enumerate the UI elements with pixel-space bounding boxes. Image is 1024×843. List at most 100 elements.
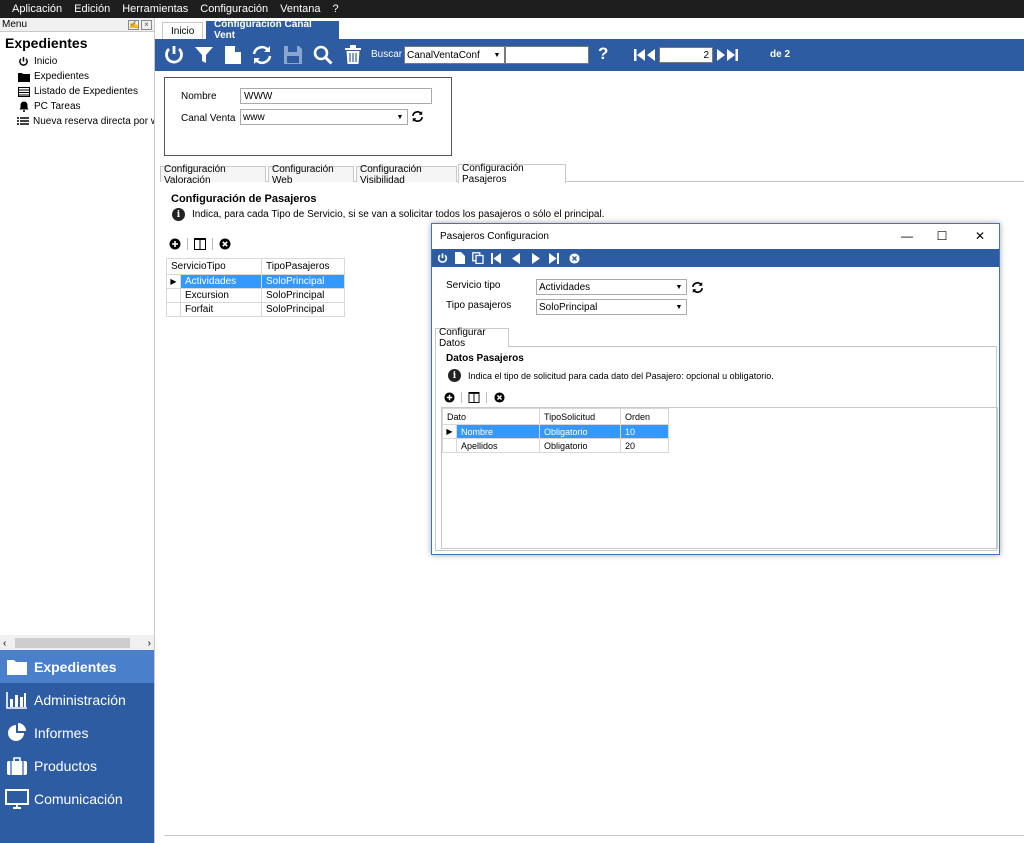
- chevron-down-icon[interactable]: ▼: [394, 111, 406, 123]
- help-icon[interactable]: ?: [598, 44, 608, 64]
- add-row-icon[interactable]: [169, 238, 181, 250]
- search-icon[interactable]: [312, 44, 334, 66]
- tab-config-valoracion[interactable]: Configuración Valoración: [160, 164, 266, 186]
- refresh-icon[interactable]: [251, 44, 273, 66]
- menu-help[interactable]: ?: [327, 3, 345, 15]
- tab-inicio[interactable]: Inicio: [162, 22, 204, 39]
- table-row[interactable]: Excursion SoloPrincipal: [166, 288, 345, 303]
- filter-icon[interactable]: [193, 44, 215, 66]
- nombre-input[interactable]: WWW: [240, 88, 432, 104]
- tree-item-nueva-reserva[interactable]: Nueva reserva directa por w: [0, 114, 154, 129]
- row-selector[interactable]: [166, 302, 181, 317]
- canal-venta-select[interactable]: www ▼: [240, 109, 408, 125]
- tree-item-inicio[interactable]: Inicio: [0, 54, 154, 69]
- close-icon[interactable]: ×: [141, 19, 152, 30]
- first-page-icon[interactable]: [632, 44, 658, 66]
- add-row-icon[interactable]: [443, 391, 455, 403]
- table-cell[interactable]: 20: [620, 438, 669, 453]
- column-header-tipopasajeros[interactable]: TipoPasajeros: [261, 258, 345, 275]
- search-field-select[interactable]: CanalVentaConf ▼: [404, 46, 505, 64]
- next-record-icon[interactable]: [529, 251, 543, 265]
- refresh-icon[interactable]: [411, 110, 424, 123]
- nav-comunicacion[interactable]: Comunicación: [0, 782, 154, 815]
- scroll-right-icon[interactable]: ›: [148, 638, 151, 649]
- menu-ventana[interactable]: Ventana: [274, 3, 326, 15]
- save-icon[interactable]: [282, 44, 304, 66]
- table-cell[interactable]: Obligatorio: [539, 424, 621, 439]
- table-row[interactable]: ▶ Nombre Obligatorio 10: [442, 424, 669, 439]
- table-cell[interactable]: SoloPrincipal: [261, 288, 345, 303]
- menu-configuracion[interactable]: Configuración: [194, 3, 274, 15]
- menu-aplicacion[interactable]: Aplicación: [0, 3, 68, 15]
- table-cell[interactable]: 10: [620, 424, 669, 439]
- tab-configurar-datos[interactable]: Configurar Datos: [435, 327, 509, 349]
- copy-icon[interactable]: [471, 251, 485, 265]
- tipo-pasajeros-select[interactable]: SoloPrincipal ▼: [536, 299, 687, 315]
- canal-venta-label: Canal Venta: [181, 113, 236, 124]
- first-record-icon[interactable]: [489, 251, 503, 265]
- refresh-icon[interactable]: [691, 281, 704, 294]
- scroll-thumb[interactable]: [15, 638, 130, 648]
- pie-chart-icon: [4, 722, 30, 744]
- new-document-icon[interactable]: [453, 251, 467, 265]
- tree-item-pc-tareas[interactable]: PC Tareas: [0, 99, 154, 114]
- chevron-down-icon[interactable]: ▼: [491, 48, 503, 62]
- delete-row-icon[interactable]: [493, 391, 505, 403]
- tree-item-listado[interactable]: Listado de Expedientes: [0, 84, 154, 99]
- row-selector-arrow-icon[interactable]: ▶: [442, 424, 457, 439]
- table-cell[interactable]: SoloPrincipal: [261, 274, 345, 289]
- sidebar-hscrollbar[interactable]: ‹ ›: [0, 635, 154, 651]
- nav-administracion[interactable]: Administración: [0, 683, 154, 716]
- nav-label: Expedientes: [34, 658, 117, 675]
- tab-configuracion-canal-venta[interactable]: Configuración Canal Vent: [206, 19, 339, 41]
- tab-config-web[interactable]: Configuración Web: [268, 164, 354, 186]
- table-cell[interactable]: Obligatorio: [539, 438, 621, 453]
- cancel-icon[interactable]: [567, 251, 581, 265]
- tab-config-visibilidad[interactable]: Configuración Visibilidad: [356, 164, 457, 186]
- table-cell[interactable]: Nombre: [456, 424, 540, 439]
- scroll-left-icon[interactable]: ‹: [3, 638, 6, 649]
- power-icon[interactable]: [163, 44, 185, 66]
- column-header-orden[interactable]: Orden: [620, 408, 669, 425]
- trash-icon[interactable]: [342, 44, 364, 66]
- new-document-icon[interactable]: [222, 44, 244, 66]
- nav-productos[interactable]: Productos: [0, 749, 154, 782]
- chevron-down-icon[interactable]: ▼: [673, 301, 685, 313]
- tree-item-expedientes[interactable]: Expedientes: [0, 69, 154, 84]
- previous-record-icon[interactable]: [509, 251, 523, 265]
- tree-item-label: Expedientes: [34, 71, 90, 82]
- close-icon[interactable]: ✕: [969, 228, 991, 244]
- chevron-down-icon[interactable]: ▼: [673, 281, 685, 293]
- nav-informes[interactable]: Informes: [0, 716, 154, 749]
- table-row[interactable]: Apellidos Obligatorio 20: [442, 438, 669, 453]
- row-selector[interactable]: [442, 438, 457, 453]
- last-page-icon[interactable]: [714, 44, 740, 66]
- last-record-icon[interactable]: [547, 251, 561, 265]
- menu-edicion[interactable]: Edición: [68, 3, 116, 15]
- column-header-serviciotipo[interactable]: ServicioTipo: [166, 258, 262, 275]
- table-cell[interactable]: Forfait: [180, 302, 262, 317]
- power-icon[interactable]: [435, 251, 449, 265]
- page-number-input[interactable]: 2: [659, 47, 713, 63]
- menu-herramientas[interactable]: Herramientas: [116, 3, 194, 15]
- table-row[interactable]: ▶ Actividades SoloPrincipal: [166, 274, 345, 289]
- column-header-dato[interactable]: Dato: [442, 408, 540, 425]
- pin-icon[interactable]: ✍: [128, 19, 139, 30]
- columns-icon[interactable]: [194, 238, 206, 250]
- nav-expedientes[interactable]: Expedientes: [0, 650, 154, 683]
- minimize-icon[interactable]: —: [896, 228, 918, 244]
- table-row[interactable]: Forfait SoloPrincipal: [166, 302, 345, 317]
- table-cell[interactable]: Actividades: [180, 274, 262, 289]
- row-selector-arrow-icon[interactable]: ▶: [166, 274, 181, 289]
- table-cell[interactable]: Apellidos: [456, 438, 540, 453]
- columns-icon[interactable]: [468, 391, 480, 403]
- column-header-tiposolicitud[interactable]: TipoSolicitud: [539, 408, 621, 425]
- delete-row-icon[interactable]: [219, 238, 231, 250]
- table-cell[interactable]: Excursion: [180, 288, 262, 303]
- table-cell[interactable]: SoloPrincipal: [261, 302, 345, 317]
- tab-config-pasajeros[interactable]: Configuración Pasajeros: [458, 163, 566, 185]
- search-input[interactable]: [505, 46, 589, 64]
- maximize-icon[interactable]: ☐: [931, 228, 953, 244]
- row-selector[interactable]: [166, 288, 181, 303]
- servicio-tipo-select[interactable]: Actividades ▼: [536, 279, 687, 295]
